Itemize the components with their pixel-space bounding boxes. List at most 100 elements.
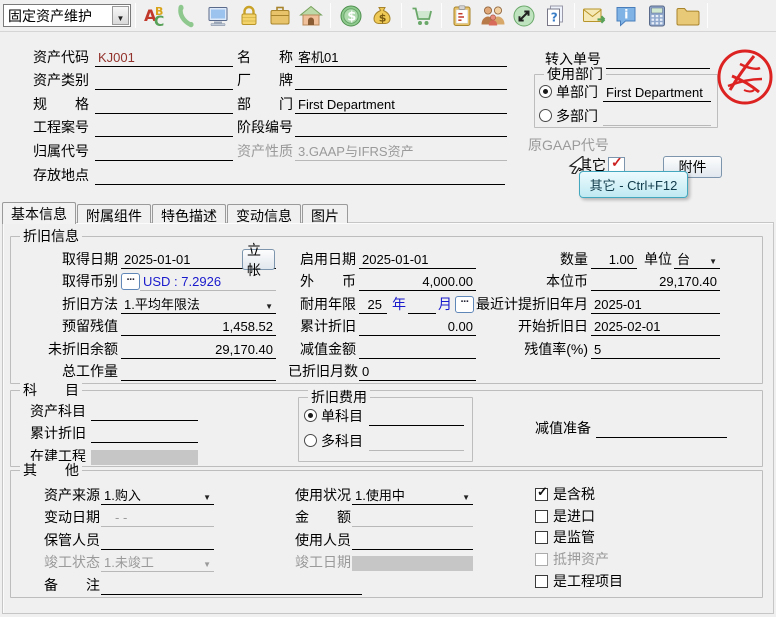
tab-feature-description[interactable]: 特色描述	[152, 204, 226, 223]
salvage-rate-input[interactable]: 5	[591, 340, 720, 359]
tax-included-checkbox[interactable]	[535, 488, 548, 501]
custodian-label: 保管人员	[44, 531, 98, 550]
impairment-amount-input[interactable]	[359, 340, 476, 359]
calculator-icon[interactable]	[641, 2, 672, 29]
field-amount: 金 额	[295, 505, 473, 528]
single-department-radio[interactable]	[539, 85, 552, 98]
remark-input[interactable]	[101, 576, 362, 595]
base-currency-input[interactable]: 29,170.40	[591, 272, 720, 291]
asset-source-select[interactable]: 1.购入	[101, 486, 214, 505]
reserved-salvage-input[interactable]: 1,458.52	[121, 317, 276, 336]
currency-browse-button[interactable]	[121, 273, 140, 290]
phone-icon[interactable]	[171, 2, 202, 29]
project-item-checkbox[interactable]	[535, 575, 548, 588]
transfer-icon[interactable]	[508, 2, 539, 29]
usage-status-select[interactable]: 1.使用中	[352, 486, 473, 505]
asset-account-input[interactable]	[91, 402, 198, 421]
lock-icon[interactable]	[233, 2, 264, 29]
imported-label: 是进口	[553, 507, 595, 526]
start-use-date-input[interactable]: 2025-01-01	[359, 250, 476, 269]
clipboard-icon[interactable]	[446, 2, 477, 29]
post-entry-button[interactable]: 立帐	[242, 249, 275, 270]
asset-nature-label: 资产性质	[237, 142, 295, 161]
single-department-input[interactable]: First Department	[603, 83, 711, 102]
cart-icon[interactable]	[406, 2, 437, 29]
amount-input	[352, 508, 473, 527]
home-icon[interactable]	[295, 2, 326, 29]
start-use-date-label: 启用日期	[288, 250, 356, 269]
impairment-reserve-input[interactable]	[596, 419, 727, 438]
location-input[interactable]	[95, 166, 505, 185]
spellcheck-icon[interactable]: ABC	[140, 2, 171, 29]
module-select-arrow-button[interactable]	[112, 6, 129, 25]
year-unit-label: 年	[392, 295, 406, 314]
accum-account-input[interactable]	[91, 424, 198, 443]
department-input[interactable]: First Department	[295, 95, 507, 114]
months-depreciated-input[interactable]: 0	[359, 362, 476, 381]
name-input[interactable]: 客机01	[295, 48, 507, 67]
cip-account-input	[91, 450, 198, 465]
depreciation-method-select[interactable]: 1.平均年限法	[121, 295, 276, 314]
asset-account-label: 资产科目	[30, 402, 88, 421]
help-document-icon[interactable]: ?	[539, 2, 570, 29]
useful-life-months-input[interactable]	[408, 295, 436, 314]
tab-attached-components[interactable]: 附属组件	[77, 204, 151, 223]
useful-life-years-input[interactable]: 25	[359, 295, 387, 314]
brand-input[interactable]	[295, 71, 507, 90]
single-account-row: 单科目	[304, 404, 464, 426]
tab-bar: 基本信息 附属组件 特色描述 变动信息 图片	[2, 202, 349, 223]
folder-icon[interactable]	[672, 2, 703, 29]
spec-input[interactable]	[95, 95, 233, 114]
toolbar-separator	[441, 3, 442, 28]
single-account-radio[interactable]	[304, 409, 317, 422]
field-accum-account: 累计折旧	[30, 421, 198, 444]
dollar-coin-icon[interactable]: $	[335, 2, 366, 29]
multi-department-radio[interactable]	[539, 109, 552, 122]
unit-label: 单位	[644, 250, 672, 269]
amount-label: 金 额	[295, 508, 349, 527]
quantity-input[interactable]: 1.00	[591, 250, 637, 269]
orig-gaap-label: 原GAAP代号	[528, 136, 609, 155]
total-workload-input[interactable]	[121, 362, 276, 381]
tab-change-info[interactable]: 变动信息	[227, 204, 301, 223]
foreign-amount-input[interactable]: 4,000.00	[359, 272, 476, 291]
money-bag-icon[interactable]: $	[366, 2, 397, 29]
svg-text:C: C	[154, 14, 164, 28]
info-icon[interactable]: i	[610, 2, 641, 29]
last-depreciation-ym-input[interactable]: 2025-01	[591, 295, 720, 314]
custodian-input[interactable]	[101, 531, 214, 550]
months-depreciated-label: 已折旧月数	[288, 362, 356, 381]
supervised-label: 是监管	[553, 528, 595, 547]
pledged-asset-checkbox	[535, 553, 548, 566]
undepreciated-balance-input[interactable]: 29,170.40	[121, 340, 276, 359]
module-select[interactable]: 固定资产维护	[3, 4, 131, 27]
depreciation-start-date-input[interactable]: 2025-02-01	[591, 317, 720, 336]
imported-checkbox[interactable]	[535, 510, 548, 523]
briefcase-icon[interactable]	[264, 2, 295, 29]
asset-category-input[interactable]	[95, 71, 233, 90]
supervised-checkbox[interactable]	[535, 531, 548, 544]
checkbox-row-supervised: 是监管	[535, 527, 695, 549]
project-case-label: 工程案号	[33, 118, 95, 137]
stage-no-input[interactable]	[295, 118, 507, 137]
multi-account-input	[369, 432, 464, 451]
field-impairment-amount: 减值金额	[288, 336, 476, 359]
users-icon[interactable]	[477, 2, 508, 29]
transfer-no-input[interactable]	[605, 50, 710, 69]
belong-code-input[interactable]	[95, 142, 233, 161]
single-account-input[interactable]	[369, 407, 464, 426]
tab-picture[interactable]: 图片	[302, 204, 348, 223]
multi-account-radio[interactable]	[304, 434, 317, 447]
field-quantity: 数量1.00单位台	[468, 246, 720, 269]
project-case-input[interactable]	[95, 118, 233, 137]
field-remark: 备 注	[44, 572, 362, 595]
unit-select[interactable]: 台	[674, 250, 720, 269]
depreciation-expense-group: 折旧费用 单科目 多科目	[298, 397, 473, 462]
asset-code-input[interactable]: KJ001	[95, 48, 233, 67]
asset-source-label: 资产来源	[44, 486, 98, 505]
user-input[interactable]	[352, 531, 473, 550]
computer-icon[interactable]	[202, 2, 233, 29]
send-mail-icon[interactable]	[579, 2, 610, 29]
tab-basic-info[interactable]: 基本信息	[2, 202, 76, 224]
accumulated-depreciation-input[interactable]: 0.00	[359, 317, 476, 336]
